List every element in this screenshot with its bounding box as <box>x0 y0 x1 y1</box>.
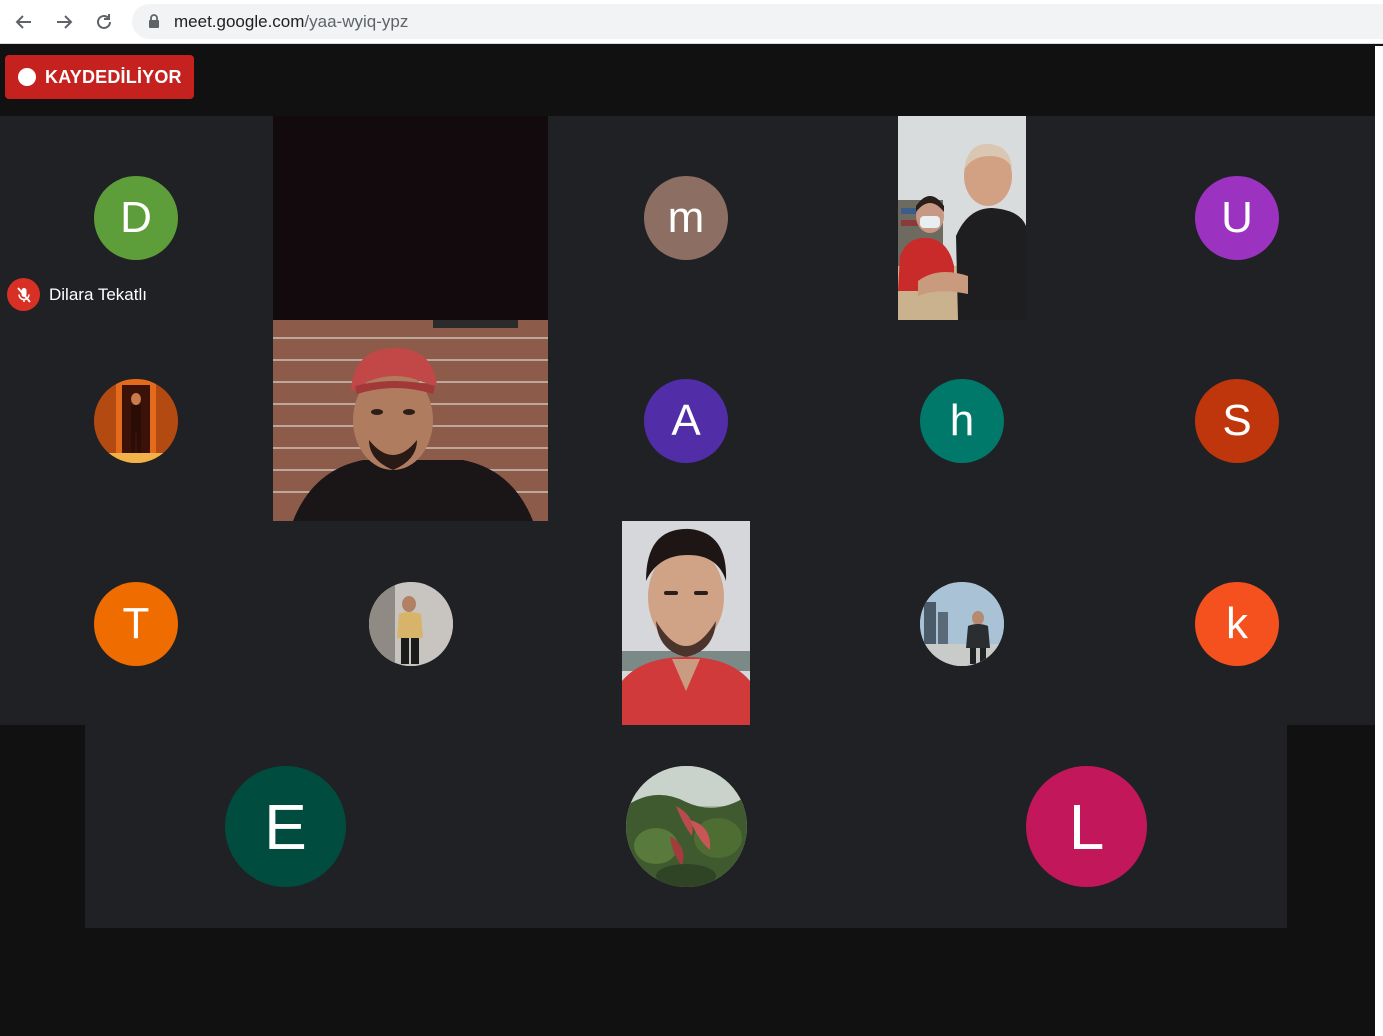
participant-avatar: A <box>644 379 728 463</box>
participant-avatar: E <box>225 766 346 887</box>
avatar-initial: L <box>1068 790 1105 863</box>
participant-avatar: k <box>1195 582 1279 666</box>
url-text: meet.google.com/yaa-wyiq-ypz <box>174 12 408 32</box>
lock-icon <box>149 14 159 28</box>
arrow-right-icon <box>57 15 73 29</box>
avatar-initial: E <box>264 790 307 863</box>
participant-photo-avatar <box>626 766 747 887</box>
participant-photo-avatar <box>94 379 178 463</box>
url-path: /yaa-wyiq-ypz <box>304 12 409 31</box>
participant-photo-avatar <box>920 582 1004 666</box>
url-host: meet.google.com <box>174 12 305 31</box>
avatar-initial: S <box>1222 396 1252 445</box>
participant-avatar: D <box>94 176 178 260</box>
participant-name: Dilara Tekatlı <box>49 284 147 304</box>
avatar-initial: D <box>120 193 152 242</box>
arrow-left-icon <box>15 15 31 29</box>
avatar-initial: k <box>1226 599 1248 648</box>
participant-avatar: U <box>1195 176 1279 260</box>
avatar-initial: h <box>949 396 975 445</box>
record-dot-icon <box>18 68 36 86</box>
browser-toolbar: meet.google.com/yaa-wyiq-ypz <box>0 0 1383 44</box>
participant-photo-avatar <box>369 582 453 666</box>
participant-avatar: h <box>920 379 1004 463</box>
participant-avatar: T <box>94 582 178 666</box>
participant-avatar: L <box>1026 766 1147 887</box>
participant-video-cap <box>273 320 548 521</box>
participant-video-two-people <box>898 116 1026 320</box>
forward-button[interactable] <box>50 8 78 36</box>
avatar-initial: m <box>667 193 705 242</box>
address-bar[interactable]: meet.google.com/yaa-wyiq-ypz <box>132 4 1383 39</box>
recording-badge[interactable]: KAYDEDİLİYOR <box>5 55 194 99</box>
recording-label: KAYDEDİLİYOR <box>45 66 182 87</box>
participant-video-dark <box>273 116 548 320</box>
reload-icon <box>97 14 111 29</box>
participant-avatar: S <box>1195 379 1279 463</box>
avatar-initial: U <box>1221 193 1253 242</box>
back-button[interactable] <box>10 8 38 36</box>
avatar-initial: T <box>122 599 150 648</box>
participant-name-tag: Dilara Tekatlı <box>7 278 147 311</box>
avatar-initial: A <box>671 396 701 445</box>
reload-button[interactable] <box>90 8 118 36</box>
participant-video-red-shirt <box>622 521 750 725</box>
page-edge <box>1375 46 1383 1036</box>
participant-avatar: m <box>644 176 728 260</box>
mic-off-icon <box>7 278 40 311</box>
